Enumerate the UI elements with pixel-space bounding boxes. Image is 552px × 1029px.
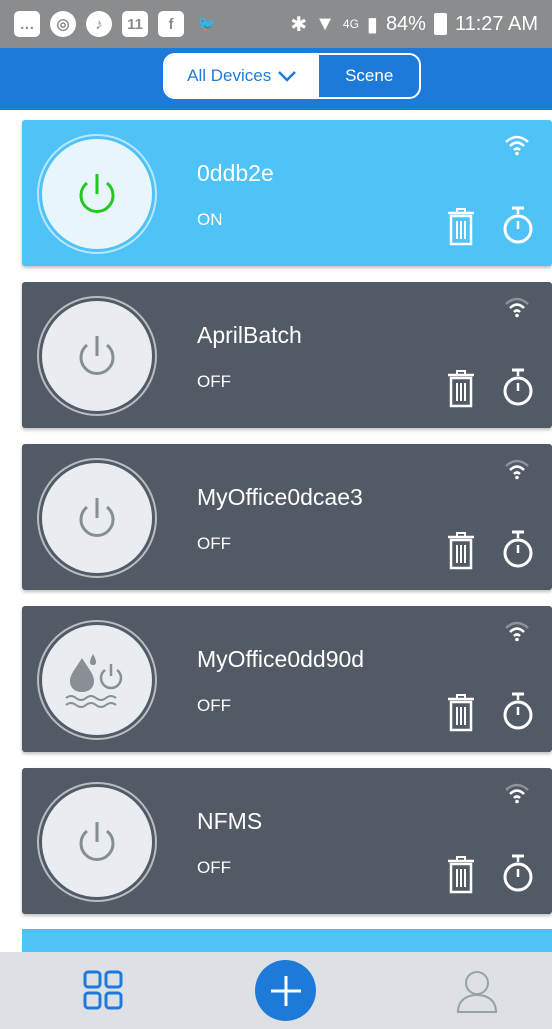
device-name: MyOffice0dd90d	[197, 646, 365, 672]
timer-icon[interactable]	[502, 854, 534, 894]
tab-all-devices-label: All Devices	[187, 66, 272, 85]
trash-icon[interactable]	[447, 856, 475, 894]
power-toggle-button[interactable]	[42, 463, 152, 573]
power-icon	[79, 336, 115, 375]
device-card[interactable]: MyOffice0dd90d OFF	[22, 606, 552, 752]
battery-icon	[433, 13, 447, 35]
water-heater-power-icon	[65, 654, 123, 708]
device-card[interactable]: NFMS OFF	[22, 768, 552, 914]
power-toggle-ring	[37, 458, 157, 578]
network-type: 4G	[342, 17, 359, 31]
tab-scene[interactable]: Scene	[319, 55, 419, 97]
device-state: OFF	[197, 696, 231, 715]
device-list[interactable]: 0ddb2e ON AprilBatch OFF MyOffice0dcae3 …	[0, 110, 552, 952]
add-icon	[270, 975, 301, 1006]
tab-all-devices[interactable]: All Devices	[165, 55, 320, 97]
power-toggle-ring	[37, 620, 157, 740]
bottom-nav	[0, 952, 552, 1029]
news-11-icon: 11	[122, 11, 148, 37]
user-icon[interactable]	[455, 968, 499, 1014]
signal-icon: ▮	[366, 13, 378, 36]
wifi-signal-icon	[505, 135, 529, 156]
device-state: OFF	[197, 534, 231, 553]
device-card-partial[interactable]	[22, 929, 552, 952]
device-card[interactable]: 0ddb2e ON	[22, 120, 552, 266]
power-toggle-button[interactable]	[42, 625, 152, 735]
power-toggle-ring	[37, 782, 157, 902]
status-bar: … ◎ ♪ 11 f 🐦 ✱ ▼ 4G ▮ 84% 11:27 AM	[0, 0, 552, 48]
trash-icon[interactable]	[447, 532, 475, 570]
power-toggle-ring	[37, 296, 157, 416]
device-state: OFF	[197, 858, 231, 877]
device-name: NFMS	[197, 808, 263, 834]
message-icon: …	[14, 11, 40, 37]
music-icon: ♪	[86, 11, 112, 37]
timer-icon[interactable]	[502, 206, 534, 246]
device-state: OFF	[197, 372, 231, 391]
wifi-signal-icon	[505, 621, 529, 642]
twitter-icon: 🐦	[197, 16, 217, 33]
power-icon	[79, 498, 115, 537]
wifi-signal-icon	[505, 459, 529, 480]
notification-icons: … ◎ ♪ 11 f 🐦	[14, 11, 220, 37]
timer-icon[interactable]	[502, 368, 534, 408]
device-name: 0ddb2e	[197, 160, 274, 186]
wifi-status-icon: ▼	[315, 12, 335, 35]
chevron-down-icon	[278, 71, 297, 82]
chrome-icon: ◎	[50, 11, 76, 37]
clock: 11:27 AM	[454, 12, 538, 35]
device-card[interactable]: AprilBatch OFF	[22, 282, 552, 428]
trash-icon[interactable]	[447, 370, 475, 408]
power-icon	[79, 174, 115, 213]
app-header: All Devices Scene	[0, 48, 552, 110]
power-toggle-button[interactable]	[42, 787, 152, 897]
power-toggle-button[interactable]	[42, 301, 152, 411]
device-card[interactable]: MyOffice0dcae3 OFF	[22, 444, 552, 590]
facebook-icon: f	[158, 11, 184, 37]
trash-icon[interactable]	[447, 208, 475, 246]
device-state: ON	[197, 210, 223, 229]
power-toggle-button[interactable]	[42, 139, 152, 249]
devices-grid-icon[interactable]	[83, 970, 123, 1010]
add-device-button[interactable]	[255, 960, 316, 1021]
power-icon	[79, 822, 115, 861]
timer-icon[interactable]	[502, 530, 534, 570]
timer-icon[interactable]	[502, 692, 534, 732]
bluetooth-icon: ✱	[290, 13, 308, 36]
device-name: AprilBatch	[197, 322, 302, 348]
battery-percent: 84%	[385, 12, 426, 35]
wifi-signal-icon	[505, 297, 529, 318]
wifi-signal-icon	[505, 783, 529, 804]
trash-icon[interactable]	[447, 694, 475, 732]
device-name: MyOffice0dcae3	[197, 484, 363, 510]
tab-scene-label: Scene	[345, 66, 394, 85]
device-scene-toggle: All Devices Scene	[163, 53, 421, 99]
power-toggle-ring	[37, 134, 157, 254]
